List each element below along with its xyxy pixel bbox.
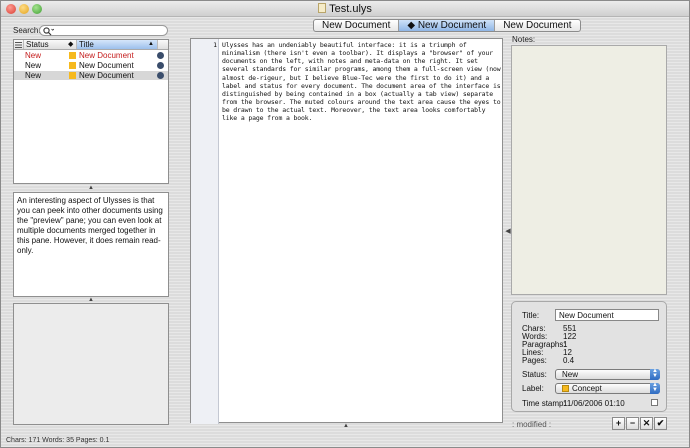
item-title: New Document <box>79 61 134 70</box>
label-color-icon <box>69 52 76 59</box>
pages-value: 0.4 <box>563 356 575 365</box>
status-label: Status: <box>522 370 547 379</box>
document-icon <box>318 3 327 13</box>
timestamp-value: 11/06/2006 01:10 <box>563 399 625 408</box>
label-color-swatch <box>562 385 569 392</box>
timestamp-checkbox[interactable] <box>651 399 658 406</box>
editor-bottom-handle-icon[interactable]: ▲ <box>341 423 351 429</box>
popup-arrows-icon: ▲ ▼ <box>650 382 660 394</box>
status-popup[interactable]: New ▲ ▼ <box>555 368 660 380</box>
list-item[interactable]: New New Document <box>14 71 168 80</box>
label-popup[interactable]: Concept ▲ ▼ <box>555 382 660 394</box>
line-number: 1 <box>213 41 217 49</box>
list-item[interactable]: New New Document <box>14 61 168 70</box>
preview-text: An interesting aspect of Ulysses is that… <box>17 196 163 255</box>
item-title: New Document <box>79 71 134 80</box>
search-icon <box>43 27 54 36</box>
item-status: New <box>25 51 42 60</box>
item-status: New <box>25 61 42 70</box>
line-number-gutter: 1 <box>191 39 219 424</box>
tab-document-2-active[interactable]: ◆ New Document <box>399 20 496 31</box>
modified-indicator: : modified : <box>512 420 552 429</box>
editor-text[interactable]: Ulysses has an undeniably beautiful inte… <box>222 41 504 123</box>
tab-document-3[interactable]: New Document <box>495 20 579 31</box>
item-status: New <box>25 71 42 80</box>
timestamp-label: Time stamp: <box>522 399 566 408</box>
add-button[interactable]: + <box>612 417 625 430</box>
status-dot-icon <box>157 52 164 59</box>
window-title-wrap: Test.ulys <box>1 3 689 15</box>
text-editor[interactable]: 1 Ulysses has an undeniably beautiful in… <box>190 38 504 424</box>
status-value: New <box>562 370 579 379</box>
resize-handle-icon[interactable]: ▲ <box>86 185 96 191</box>
sort-arrow-icon: ▲ <box>148 41 154 47</box>
delete-button[interactable]: ✕ <box>640 417 653 430</box>
notes-label: Notes: <box>512 35 536 44</box>
column-title-label: Title <box>79 40 94 49</box>
label-color-icon <box>69 72 76 79</box>
title-bar: Test.ulys <box>1 1 689 17</box>
column-dot-header <box>158 40 168 49</box>
status-dot-icon <box>157 62 164 69</box>
confirm-button[interactable]: ✔ <box>654 417 667 430</box>
remove-button[interactable]: − <box>626 417 639 430</box>
preview-pane: An interesting aspect of Ulysses is that… <box>13 192 169 297</box>
label-label: Label: <box>522 384 544 393</box>
metadata-panel: Title: New Document Chars: 551 Words: 12… <box>511 301 667 412</box>
label-value: Concept <box>572 384 602 393</box>
notes-field[interactable] <box>511 45 667 295</box>
window-title: Test.ulys <box>329 3 372 15</box>
search-input[interactable] <box>57 26 165 35</box>
tab-document-1[interactable]: New Document <box>314 20 400 31</box>
document-tabs: New Document ◆ New Document New Document <box>313 19 581 32</box>
header-spacer <box>14 40 24 49</box>
title-input[interactable]: New Document <box>555 309 659 321</box>
status-dot-icon <box>157 72 164 79</box>
popup-arrows-icon: ▲ ▼ <box>650 368 660 380</box>
document-browser: Status ◆ Title ▲ New New Document New New Doc… <box>13 39 169 184</box>
lower-preview-pane <box>13 303 169 425</box>
item-title: New Document <box>79 51 134 60</box>
list-item[interactable]: New New Document <box>14 51 168 60</box>
list-options-icon <box>15 42 22 48</box>
label-sort-icon: ◆ <box>68 41 74 48</box>
app-window: Test.ulys New Document ◆ New Document Ne… <box>0 0 690 448</box>
search-label: Search: <box>13 26 41 35</box>
label-color-icon <box>69 62 76 69</box>
search-field[interactable] <box>39 25 168 36</box>
title-label: Title: <box>522 311 540 320</box>
status-bar: Chars: 171 Words: 35 Pages: 0.1 <box>6 437 110 444</box>
column-title-header[interactable]: ◆ Title ▲ <box>68 40 158 49</box>
list-header: Status ◆ Title ▲ <box>14 40 168 50</box>
pages-label: Pages: <box>522 356 547 365</box>
